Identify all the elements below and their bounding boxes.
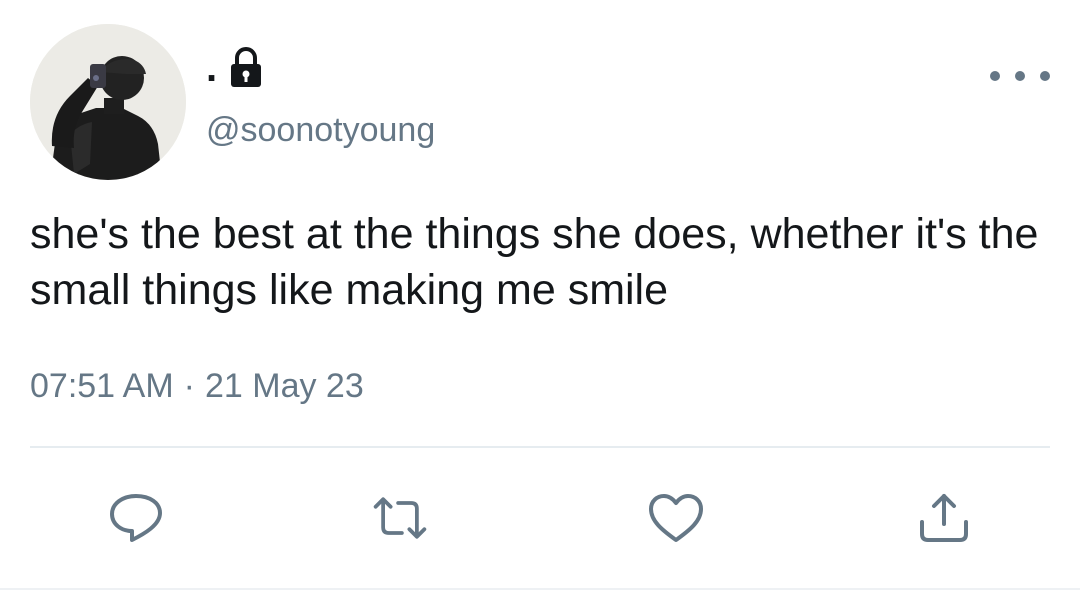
retweet-button[interactable] <box>370 488 430 548</box>
bottom-divider <box>0 588 1080 590</box>
timestamp-separator: · <box>183 367 195 405</box>
tweet-date: 21 May 23 <box>204 367 364 405</box>
more-dot <box>990 71 1000 81</box>
user-handle[interactable]: @soonotyoung <box>206 108 435 152</box>
divider <box>30 446 1050 448</box>
reply-button[interactable] <box>106 488 166 548</box>
lock-icon <box>231 47 262 87</box>
avatar-image <box>30 24 186 180</box>
more-options-icon[interactable] <box>990 62 1050 90</box>
tweet-time: 07:51 AM <box>30 367 174 405</box>
name-row: . <box>206 36 263 88</box>
tweet-timestamp[interactable]: 07:51 AM · 21 May 23 <box>30 364 364 408</box>
like-button[interactable] <box>646 488 706 548</box>
reply-icon <box>110 494 162 542</box>
display-name[interactable]: . <box>206 48 217 88</box>
tweet-card: . @soonotyoung she's the best at the thi… <box>0 0 1080 612</box>
avatar[interactable] <box>30 24 186 180</box>
retweet-icon <box>373 497 427 539</box>
heart-icon <box>649 494 703 542</box>
tweet-text: she's the best at the things she does, w… <box>30 210 1039 314</box>
share-icon <box>920 494 968 542</box>
more-dot <box>1040 71 1050 81</box>
more-dot <box>1015 71 1025 81</box>
share-button[interactable] <box>914 488 974 548</box>
